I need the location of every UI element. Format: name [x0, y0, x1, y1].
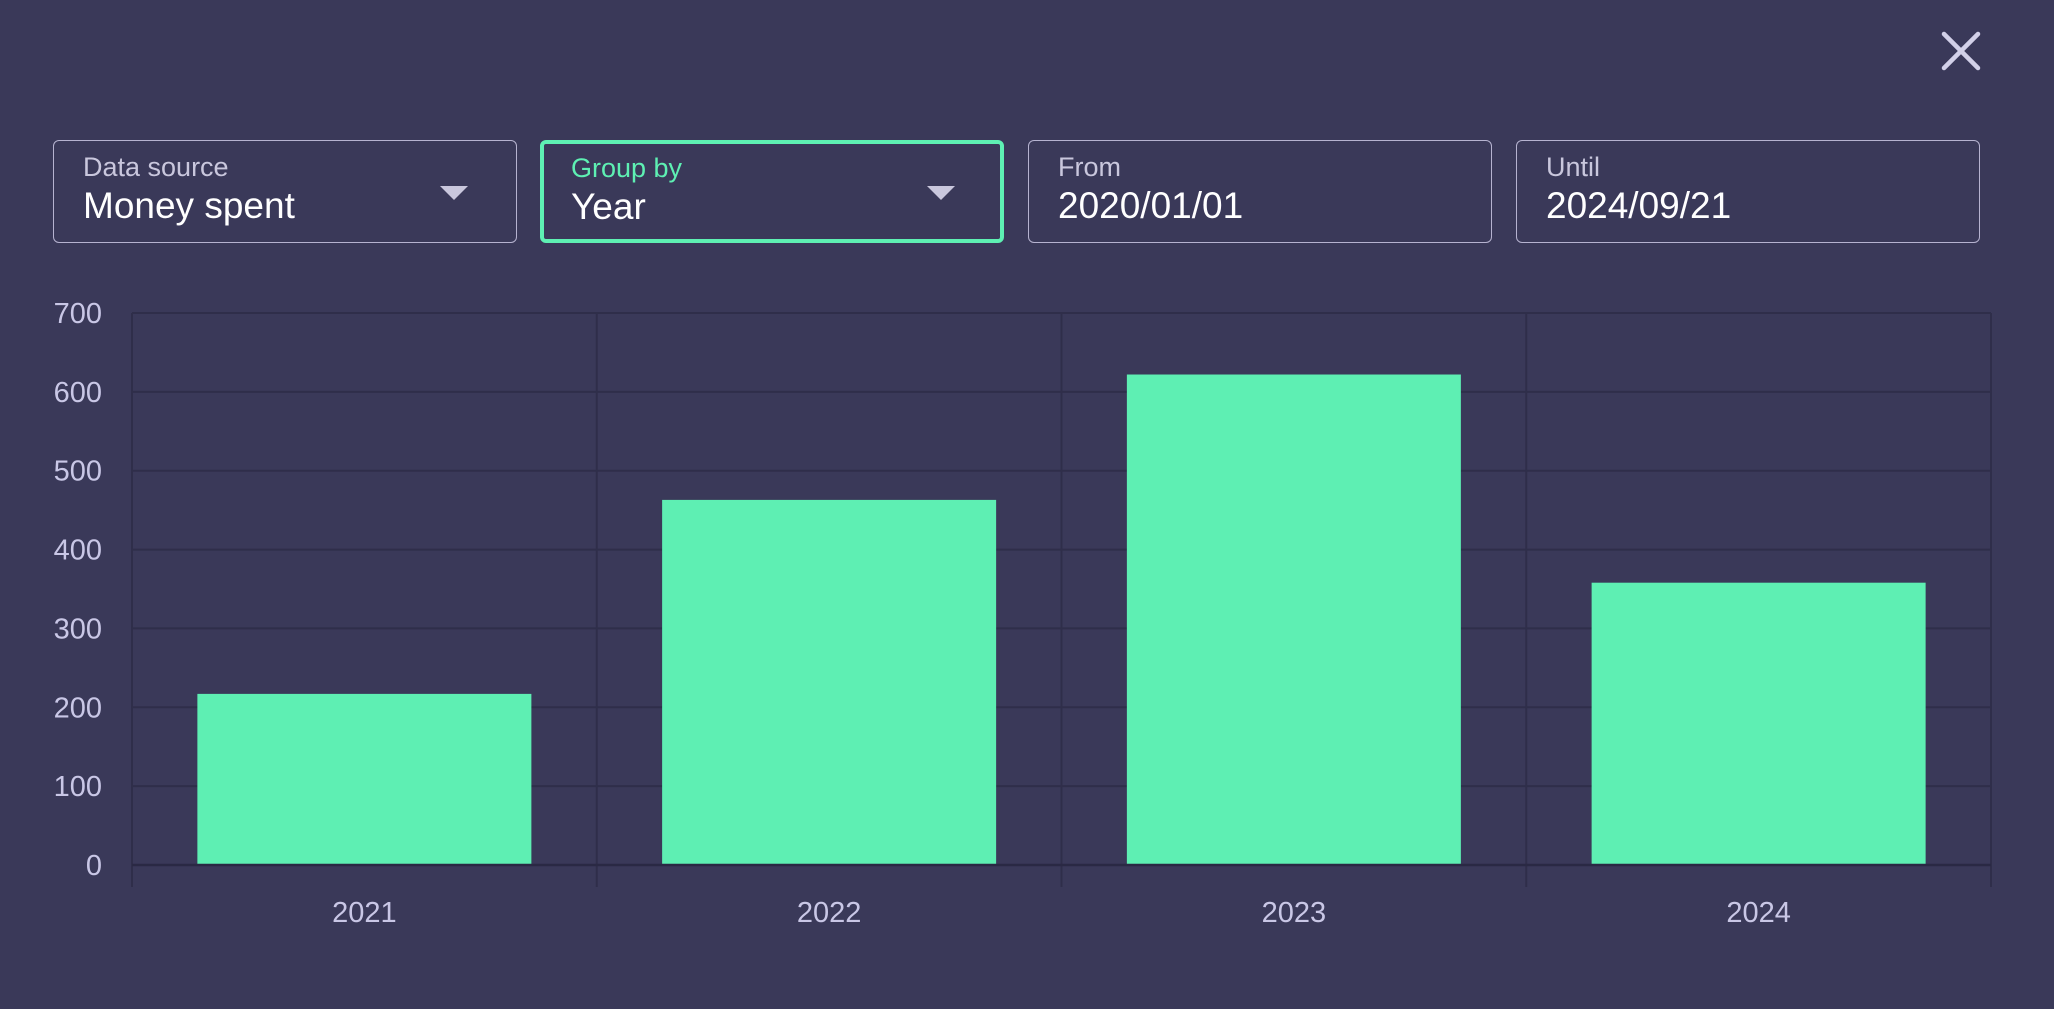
- bar-chart: 0 100 200 300 400 500 600 700 2021 2022 2023 2024: [54, 298, 1992, 929]
- y-tick-label: 0: [86, 850, 102, 882]
- x-tick-label: 2022: [797, 897, 862, 929]
- bar-2022: [662, 499, 997, 865]
- bar-2021: [197, 693, 532, 865]
- y-tick-label: 200: [54, 692, 102, 724]
- y-tick-label: 500: [54, 456, 102, 488]
- y-tick-label: 700: [54, 298, 102, 330]
- bar-2024: [1591, 582, 1926, 865]
- x-tick-label: 2021: [332, 897, 397, 929]
- y-tick-label: 400: [54, 535, 102, 567]
- bar-2023: [1126, 374, 1461, 865]
- y-tick-label: 600: [54, 377, 102, 409]
- x-tick-label: 2023: [1262, 897, 1327, 929]
- x-tick-label: 2024: [1726, 897, 1791, 929]
- y-tick-label: 300: [54, 613, 102, 645]
- y-tick-label: 100: [54, 771, 102, 803]
